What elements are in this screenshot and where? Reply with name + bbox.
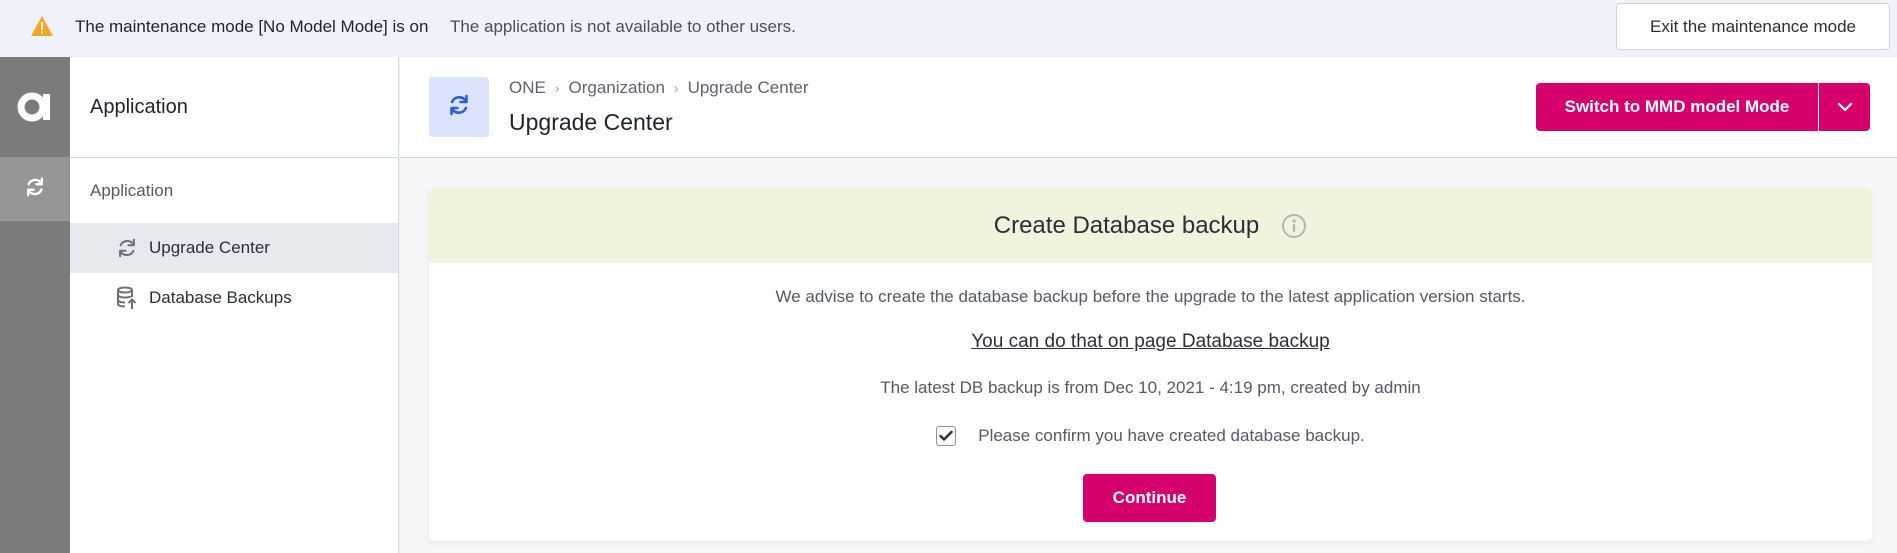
card-title: Create Database backup <box>993 211 1260 239</box>
breadcrumb-item-organization[interactable]: Organization <box>569 78 665 98</box>
chevron-right-icon: › <box>554 80 560 96</box>
sidebar-item-database-backups[interactable]: Database Backups <box>70 273 398 323</box>
switch-mode-button[interactable]: Switch to MMD model Mode <box>1536 83 1818 131</box>
breadcrumb-item-one[interactable]: ONE <box>509 78 546 98</box>
sidebar-section-label: Application <box>90 180 174 200</box>
info-icon[interactable] <box>1281 213 1307 239</box>
exit-maintenance-button[interactable]: Exit the maintenance mode <box>1616 3 1890 50</box>
app-rail <box>0 57 70 553</box>
sync-icon <box>447 93 471 122</box>
warning-icon <box>30 15 54 37</box>
chevron-right-icon: › <box>673 80 679 96</box>
breadcrumb-item-current: Upgrade Center <box>687 78 809 97</box>
database-upload-icon <box>115 286 139 310</box>
sidebar: Application Application Upgrade Center D… <box>70 57 399 553</box>
logo-icon <box>17 92 50 122</box>
page-icon <box>429 77 489 137</box>
card-header: Create Database backup <box>429 188 1872 263</box>
backup-advice-text: We advise to create the database backup … <box>775 287 1526 306</box>
page-header: ONE › Organization › Upgrade Center Upgr… <box>400 57 1897 158</box>
backup-card: Create Database backup We advise to crea… <box>429 188 1872 541</box>
maintenance-description: The application is not available to othe… <box>450 17 796 36</box>
app-logo[interactable] <box>0 57 70 157</box>
sync-icon <box>24 176 46 203</box>
continue-button[interactable]: Continue <box>1083 474 1216 522</box>
switch-mode-dropdown-button[interactable] <box>1818 83 1870 131</box>
sidebar-item-upgrade-center[interactable]: Upgrade Center <box>70 223 398 273</box>
breadcrumb: ONE › Organization › Upgrade Center <box>509 78 809 98</box>
rail-item-upgrade[interactable] <box>0 157 70 221</box>
mode-split-button: Switch to MMD model Mode <box>1536 83 1870 131</box>
maintenance-title: The maintenance mode [No Model Mode] is … <box>75 17 429 36</box>
latest-backup-text: The latest DB backup is from Dec 10, 202… <box>880 378 1421 397</box>
maintenance-banner: The maintenance mode [No Model Mode] is … <box>0 0 1897 57</box>
sync-icon <box>115 236 139 260</box>
checkmark-icon <box>939 430 953 441</box>
sidebar-title: Application <box>70 57 398 158</box>
confirm-row: Please confirm you have created database… <box>429 426 1872 446</box>
confirm-backup-label[interactable]: Please confirm you have created database… <box>978 426 1365 446</box>
sidebar-item-label: Upgrade Center <box>149 238 270 257</box>
confirm-backup-checkbox[interactable] <box>936 426 957 446</box>
chevron-down-icon <box>1837 102 1852 112</box>
page-title: Upgrade Center <box>509 109 673 135</box>
database-backup-link[interactable]: You can do that on page Database backup <box>971 331 1329 352</box>
sidebar-item-label: Database Backups <box>149 288 292 307</box>
